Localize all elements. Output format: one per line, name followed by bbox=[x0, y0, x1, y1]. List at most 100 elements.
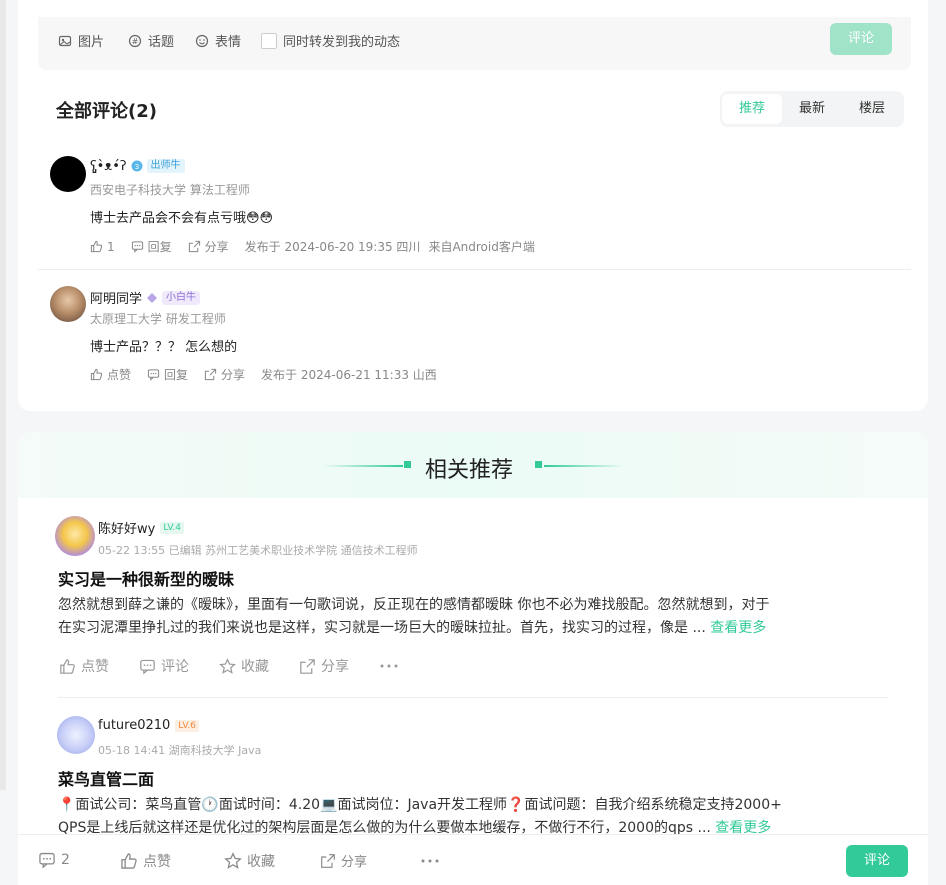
avatar[interactable] bbox=[57, 716, 95, 754]
comment-icon bbox=[39, 852, 55, 869]
username[interactable]: ʕ̡̢̡•̀ᴥ•́ʔ bbox=[90, 158, 127, 174]
post-body-text: 在实习泥潭里挣扎过的我们来说也是这样，实习就是一场巨大的暧昧拉扯。首先，找实习的… bbox=[58, 620, 706, 636]
image-label: 图片 bbox=[78, 35, 105, 50]
decor-dot bbox=[404, 461, 411, 468]
like-label: 点赞 bbox=[81, 659, 109, 675]
like-label: 点赞 bbox=[107, 368, 132, 382]
avatar[interactable] bbox=[50, 286, 86, 322]
emoji-label: 表情 bbox=[215, 35, 242, 50]
post-body[interactable]: 忽然就想到薛之谦的《暧昧》，里面有一句歌词说，反正现在的感情都暧昧 你也不必为难… bbox=[58, 594, 888, 640]
comment-meta: 发布于 2024-06-20 19:35 四川 bbox=[244, 240, 421, 254]
thumb-up-icon bbox=[60, 658, 75, 674]
post-actions: 点赞 评论 收藏 分享 bbox=[59, 656, 429, 676]
comment-text: 博士产品？？？ 怎么想的 bbox=[90, 340, 238, 355]
share-label: 分享 bbox=[341, 855, 368, 870]
share-button[interactable]: 分享 bbox=[188, 238, 229, 255]
post-author: future0210 LV.6 bbox=[98, 718, 199, 733]
level-badge: LV.4 bbox=[160, 521, 184, 534]
user-subtitle: 西安电子科技大学 算法工程师 bbox=[90, 183, 250, 197]
comment-user: 阿明同学 小白牛 bbox=[90, 288, 201, 307]
comment-button[interactable]: 评论 bbox=[139, 656, 189, 676]
share-icon bbox=[204, 368, 217, 381]
decor-dot bbox=[535, 461, 542, 468]
level-medal-icon: 3 bbox=[131, 160, 142, 172]
insert-topic-button[interactable]: # 话题 bbox=[128, 31, 174, 50]
reply-button[interactable]: 回复 bbox=[131, 238, 172, 255]
like-button[interactable]: 点赞 bbox=[120, 851, 171, 871]
comment-count: 2 bbox=[61, 852, 70, 868]
image-icon bbox=[58, 35, 72, 46]
svg-text:#: # bbox=[132, 37, 139, 46]
reply-icon bbox=[131, 241, 143, 253]
comment-actions: 点赞 回复 分享 发布于 2024-06-21 11:33 山西 bbox=[90, 366, 453, 383]
like-count: 1 bbox=[107, 239, 115, 254]
username[interactable]: 陈好好wy bbox=[98, 518, 155, 537]
share-icon bbox=[321, 853, 335, 868]
submit-comment-button[interactable]: 评论 bbox=[846, 845, 908, 877]
like-button[interactable]: 点赞 bbox=[59, 656, 109, 676]
topic-icon: # bbox=[128, 34, 142, 47]
comment-editor-toolbar: 图片 # 话题 表情 同时转发到我的动态 bbox=[38, 17, 911, 70]
reply-label: 回复 bbox=[164, 368, 189, 382]
related-recommend-card: 相关推荐 陈好好wy LV.4 05-22 13:55 已编辑 苏州工艺美术职业… bbox=[18, 432, 928, 842]
comment-user: ʕ̡̢̡•̀ᴥ•́ʔ 3 出师牛 bbox=[90, 158, 185, 174]
tab-recommended[interactable]: 推荐 bbox=[722, 94, 782, 124]
comment-actions: 1 回复 分享 发布于 2024-06-20 19:35 四川 来自Androi… bbox=[90, 238, 551, 255]
share-button[interactable]: 分享 bbox=[320, 851, 367, 870]
post-body-line: 在实习泥潭里挣扎过的我们来说也是这样，实习就是一场巨大的暧昧拉扯。首先，找实习的… bbox=[58, 617, 888, 640]
svg-text:3: 3 bbox=[134, 163, 138, 171]
insert-emoji-button[interactable]: 表情 bbox=[195, 31, 241, 50]
recommend-title: 相关推荐 bbox=[425, 458, 514, 483]
divider bbox=[38, 269, 911, 270]
comments-title: 全部评论(2) bbox=[56, 101, 157, 122]
post-body-line: 📍面试公司：菜鸟直管🕐面试时间：4.20💻面试岗位：Java开发工程师❓面试问题… bbox=[58, 797, 782, 813]
post-title[interactable]: 实习是一种很新型的暧昧 bbox=[58, 566, 234, 590]
more-dots-icon bbox=[380, 664, 398, 668]
user-badge: 小白牛 bbox=[162, 290, 201, 305]
share-icon bbox=[300, 658, 315, 674]
post-meta: 05-18 14:41 湖南科技大学 Java bbox=[98, 744, 262, 757]
comment-text: 博士去产品会不会有点亏哦😳😳 bbox=[90, 211, 274, 226]
tab-latest[interactable]: 最新 bbox=[782, 94, 842, 124]
like-label: 点赞 bbox=[143, 854, 171, 870]
share-button[interactable]: 分享 bbox=[299, 656, 349, 676]
more-button[interactable] bbox=[420, 858, 440, 864]
user-badge: 出师牛 bbox=[146, 159, 185, 173]
forward-checkbox[interactable] bbox=[261, 32, 277, 49]
avatar[interactable] bbox=[55, 516, 95, 556]
see-more-link[interactable]: 查看更多 bbox=[710, 620, 766, 636]
username[interactable]: 阿明同学 bbox=[90, 288, 142, 307]
share-icon bbox=[188, 240, 200, 253]
share-label: 分享 bbox=[221, 368, 246, 382]
divider bbox=[58, 697, 888, 698]
username[interactable]: future0210 bbox=[98, 718, 170, 733]
comment-icon bbox=[140, 659, 155, 674]
star-icon bbox=[224, 852, 242, 869]
comments-card: 图片 # 话题 表情 同时转发到我的动态 评论 全部评论(2) 推荐 最新 楼层… bbox=[18, 0, 928, 411]
reply-icon bbox=[147, 369, 160, 381]
post-title[interactable]: 菜鸟直管二面 bbox=[58, 766, 154, 790]
reply-button[interactable]: 回复 bbox=[147, 366, 188, 383]
tab-floor[interactable]: 楼层 bbox=[842, 94, 902, 124]
favorite-label: 收藏 bbox=[247, 854, 275, 870]
decor-line bbox=[544, 465, 624, 467]
more-button[interactable] bbox=[379, 663, 399, 669]
like-button[interactable]: 1 bbox=[90, 240, 115, 254]
like-button[interactable]: 点赞 bbox=[90, 366, 131, 383]
share-button[interactable]: 分享 bbox=[204, 366, 245, 383]
topic-label: 话题 bbox=[148, 35, 175, 50]
user-subtitle: 太原理工大学 研发工程师 bbox=[90, 312, 226, 326]
post-meta: 05-22 13:55 已编辑 苏州工艺美术职业技术学院 通信技术工程师 bbox=[98, 544, 418, 557]
post-body-line: 忽然就想到薛之谦的《暧昧》，里面有一句歌词说，反正现在的感情都暧昧 你也不必为难… bbox=[58, 597, 770, 613]
favorite-button[interactable]: 收藏 bbox=[224, 851, 275, 871]
insert-image-button[interactable]: 图片 bbox=[58, 31, 104, 50]
share-label: 分享 bbox=[321, 659, 349, 675]
favorite-button[interactable]: 收藏 bbox=[219, 656, 269, 676]
comment-source: 来自Android客户端 bbox=[428, 240, 535, 254]
forward-checkbox-row[interactable]: 同时转发到我的动态 bbox=[261, 31, 400, 50]
share-label: 分享 bbox=[204, 240, 229, 254]
submit-comment-button[interactable]: 评论 bbox=[830, 23, 892, 55]
sort-tabs: 推荐 最新 楼层 bbox=[720, 91, 904, 127]
comment-count-button[interactable]: 2 bbox=[38, 851, 70, 869]
avatar[interactable] bbox=[50, 156, 86, 192]
